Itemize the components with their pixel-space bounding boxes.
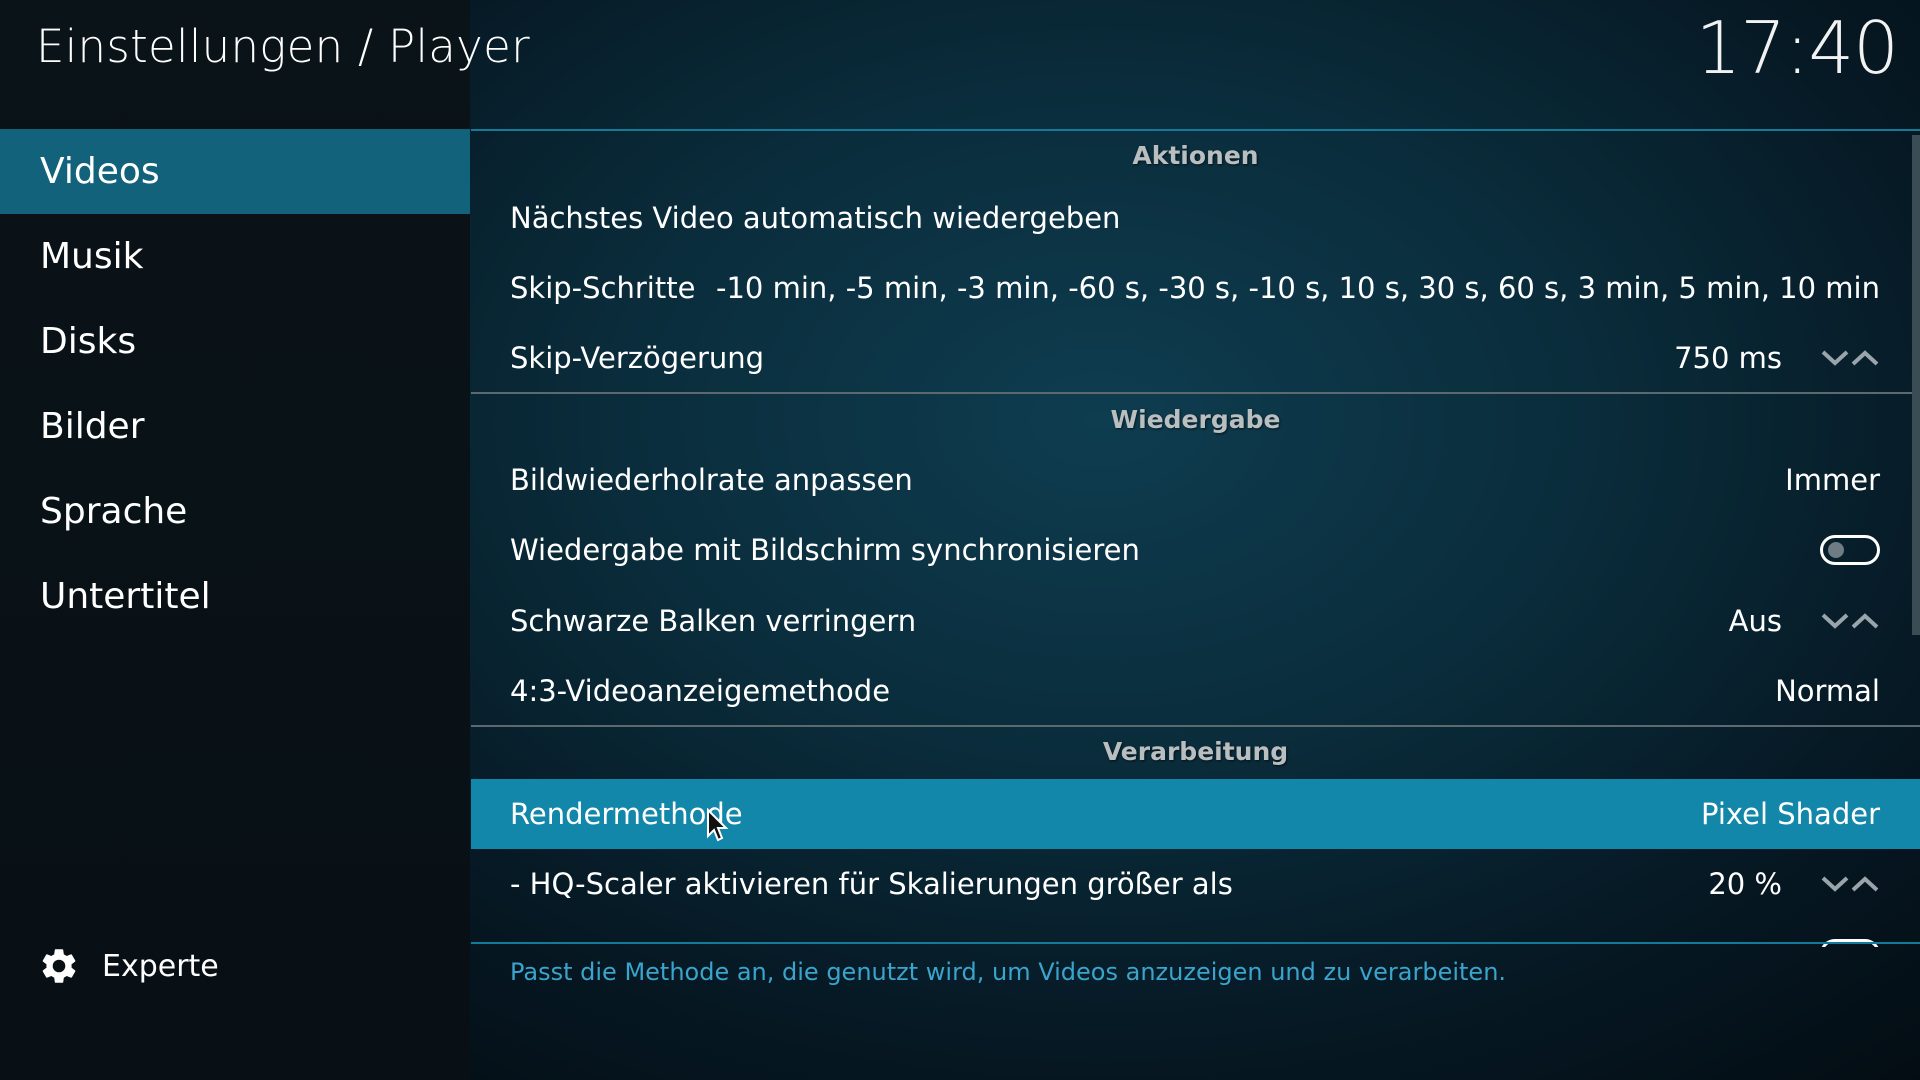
setting-label: - HQ-Scaler aktivieren für Skalierungen … — [510, 867, 1233, 901]
setting-label: Schwarze Balken verringern — [510, 604, 917, 638]
setting-row-sync-display[interactable]: Wiedergabe mit Bildschirm synchronisiere… — [471, 515, 1920, 585]
setting-row-hq-scaler[interactable]: - HQ-Scaler aktivieren für Skalierungen … — [471, 849, 1920, 919]
chevron-down-icon[interactable] — [1820, 874, 1850, 894]
sidebar-item-label: Disks — [40, 321, 137, 362]
setting-row-skip-steps[interactable]: Skip-Schritte -10 min, -5 min, -3 min, -… — [471, 253, 1920, 323]
clock: 17:40 — [1695, 6, 1899, 90]
sidebar-item-untertitel[interactable]: Untertitel — [0, 554, 470, 639]
setting-row-4-3-display[interactable]: 4:3-Videoanzeigemethode Normal — [471, 656, 1920, 726]
chevron-down-icon[interactable] — [1820, 611, 1850, 631]
setting-row-skip-delay[interactable]: Skip-Verzögerung 750 ms — [471, 323, 1920, 393]
setting-value: 20 % — [1708, 867, 1782, 901]
section-header-aktionen: Aktionen — [1132, 141, 1259, 170]
setting-value: Immer — [1785, 463, 1880, 497]
sidebar-item-label: Videos — [40, 151, 160, 192]
setting-value: Aus — [1728, 604, 1782, 638]
gear-icon — [42, 949, 76, 983]
sidebar-item-sprache[interactable]: Sprache — [0, 469, 470, 554]
section-header-wiedergabe: Wiedergabe — [1110, 405, 1281, 434]
setting-row-render-method[interactable]: Rendermethode Pixel Shader — [471, 779, 1920, 849]
toggle-knob — [1828, 542, 1844, 558]
setting-value: Normal — [1775, 674, 1880, 708]
chevron-up-icon[interactable] — [1850, 611, 1880, 631]
scrollbar[interactable] — [1912, 135, 1920, 635]
setting-value: 750 ms — [1674, 341, 1782, 375]
setting-row-black-bars[interactable]: Schwarze Balken verringern Aus — [471, 586, 1920, 656]
setting-row-next-video[interactable]: Nächstes Video automatisch wiedergeben — [471, 183, 1920, 253]
setting-label: Bildwiederholrate anpassen — [510, 463, 913, 497]
chevron-up-icon[interactable] — [1850, 348, 1880, 368]
sidebar-item-musik[interactable]: Musik — [0, 214, 470, 299]
setting-value: -10 min, -5 min, -3 min, -60 s, -30 s, -… — [716, 271, 1880, 305]
settings-level-button[interactable]: Experte — [38, 940, 219, 992]
list-bottom-divider — [471, 942, 1920, 944]
sidebar-item-bilder[interactable]: Bilder — [0, 384, 470, 469]
setting-label: Wiedergabe mit Bildschirm synchronisiere… — [510, 533, 1140, 567]
setting-label: 4:3-Videoanzeigemethode — [510, 674, 891, 708]
setting-description: Passt die Methode an, die genutzt wird, … — [510, 958, 1507, 986]
sidebar-item-videos[interactable]: Videos — [0, 129, 470, 214]
sidebar-item-label: Bilder — [40, 406, 145, 447]
setting-label: Skip-Verzögerung — [510, 341, 765, 375]
chevron-up-icon[interactable] — [1850, 874, 1880, 894]
sidebar-item-label: Musik — [40, 236, 144, 277]
sidebar-item-label: Sprache — [40, 491, 188, 532]
mouse-cursor-icon — [707, 808, 729, 842]
section-header-verarbeitung: Verarbeitung — [1102, 737, 1289, 766]
setting-label: Skip-Schritte — [510, 271, 696, 305]
sidebar-item-label: Untertitel — [40, 576, 211, 617]
setting-label: Nächstes Video automatisch wiedergeben — [510, 201, 1121, 235]
toggle-switch-off[interactable] — [1820, 535, 1880, 565]
sidebar: Videos Musik Disks Bilder Sprache Untert… — [0, 0, 470, 1080]
setting-row-refresh-rate[interactable]: Bildwiederholrate anpassen Immer — [471, 445, 1920, 515]
setting-value: Pixel Shader — [1700, 797, 1880, 831]
settings-level-label: Experte — [102, 948, 219, 984]
sidebar-item-disks[interactable]: Disks — [0, 299, 470, 384]
page-title: Einstellungen / Player — [36, 20, 530, 73]
chevron-down-icon[interactable] — [1820, 348, 1850, 368]
section-divider — [471, 725, 1920, 727]
section-divider — [471, 392, 1920, 394]
settings-list: Aktionen Nächstes Video automatisch wied… — [471, 129, 1920, 947]
